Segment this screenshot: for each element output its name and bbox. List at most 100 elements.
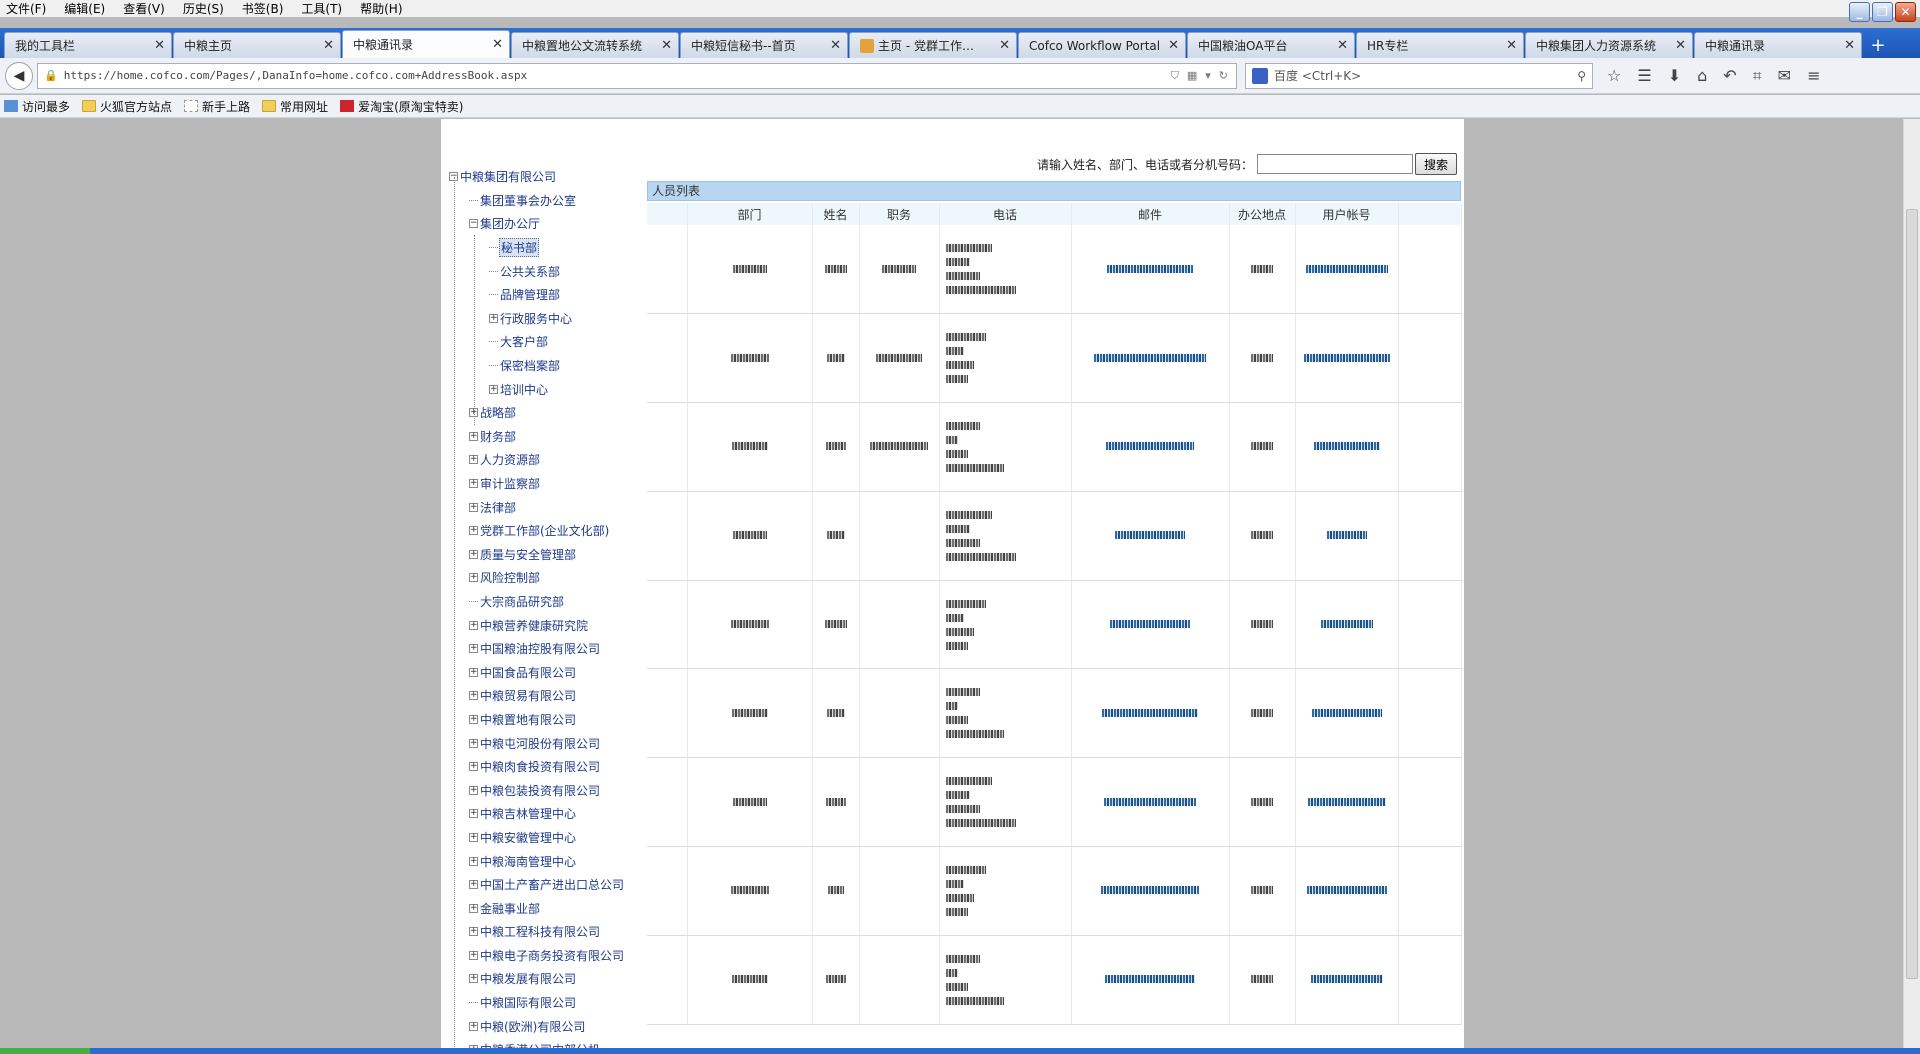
tree-node-label[interactable]: 战略部 <box>479 404 517 421</box>
tree-node[interactable]: + 人力资源部 <box>441 448 641 472</box>
tree-node-label[interactable]: 保密档案部 <box>499 357 561 374</box>
bookmark-star-icon[interactable]: ☆ <box>1607 66 1621 86</box>
tree-node[interactable]: + 中国粮油控股有限公司 <box>441 637 641 661</box>
table-cell[interactable] <box>1295 668 1399 759</box>
tree-node-label[interactable]: 中国粮油控股有限公司 <box>479 640 601 657</box>
tree-node[interactable]: + 法律部 <box>441 495 641 519</box>
menu-item[interactable]: 历史(S) <box>183 0 224 17</box>
tab-close-icon[interactable]: ✕ <box>1675 38 1686 53</box>
dropdown-icon[interactable]: ▾ <box>1205 69 1211 83</box>
expand-icon[interactable]: + <box>469 502 478 512</box>
tree-node[interactable]: + 中粮屯河股份有限公司 <box>441 731 641 755</box>
tab-close-icon[interactable]: ✕ <box>1844 38 1855 53</box>
browser-tab[interactable]: 中粮主页 ✕ <box>173 32 341 58</box>
table-cell[interactable] <box>1071 402 1230 492</box>
tree-node-label[interactable]: 集团董事会办公室 <box>479 192 577 209</box>
table-cell[interactable] <box>1071 757 1230 848</box>
tree-node-label[interactable]: 中粮电子商务投资有限公司 <box>479 947 625 964</box>
tree-node-label[interactable]: 品牌管理部 <box>499 286 561 303</box>
tree-node-label[interactable]: 法律部 <box>479 499 517 516</box>
expand-icon[interactable]: + <box>469 762 478 772</box>
table-row[interactable] <box>647 225 1462 315</box>
tree-node-label[interactable]: 中国食品有限公司 <box>479 664 577 681</box>
tree-node-label[interactable]: 行政服务中心 <box>499 310 573 327</box>
tree-node[interactable]: 大客户部 <box>441 330 641 354</box>
tree-node[interactable]: + 中粮海南管理中心 <box>441 849 641 873</box>
table-cell[interactable] <box>1071 225 1230 315</box>
bookmark-item[interactable]: 爱淘宝(原淘宝特卖) <box>340 98 463 115</box>
page-scrollbar[interactable] <box>1903 119 1920 1054</box>
tree-node-label[interactable]: 财务部 <box>479 428 517 445</box>
bookmark-item[interactable]: 新手上路 <box>184 98 250 115</box>
tree-node-label[interactable]: 风险控制部 <box>479 569 541 586</box>
table-cell[interactable] <box>1071 580 1230 670</box>
new-tab-icon[interactable]: + <box>1863 32 1893 58</box>
tree-node-label[interactable]: 培训中心 <box>499 381 549 398</box>
table-cell[interactable] <box>1295 935 1399 1025</box>
tree-node[interactable]: + 财务部 <box>441 425 641 449</box>
browser-tab[interactable]: 中粮置地公文流转系统 ✕ <box>511 32 679 58</box>
tree-node[interactable]: 品牌管理部 <box>441 283 641 307</box>
expand-icon[interactable]: + <box>469 856 478 866</box>
bookmark-item[interactable]: 火狐官方站点 <box>82 98 172 115</box>
magnifier-icon[interactable]: ⚲ <box>1577 69 1586 83</box>
table-row[interactable] <box>647 313 1462 404</box>
bookmarks-list-icon[interactable]: ☰ <box>1637 66 1651 86</box>
tab-close-icon[interactable]: ✕ <box>1337 38 1348 53</box>
table-row[interactable] <box>647 668 1462 759</box>
tree-node-label[interactable]: 中粮吉林管理中心 <box>479 805 577 822</box>
tree-node[interactable]: 秘书部 <box>441 236 641 260</box>
tree-node-label[interactable]: 中国土产畜产进出口总公司 <box>479 876 625 893</box>
scrollbar-thumb[interactable] <box>1906 209 1918 979</box>
expand-icon[interactable]: + <box>469 1021 478 1031</box>
table-cell[interactable] <box>1071 313 1230 404</box>
tree-node[interactable]: 大宗商品研究部 <box>441 590 641 614</box>
expand-icon[interactable]: + <box>469 691 478 701</box>
browser-tab[interactable]: 主页 - 党群工作… ✕ <box>849 32 1017 58</box>
tree-node[interactable]: + 中粮安徽管理中心 <box>441 826 641 850</box>
browser-tab[interactable]: HR专栏 ✕ <box>1356 32 1524 58</box>
tab-close-icon[interactable]: ✕ <box>661 38 672 53</box>
menu-item[interactable]: 文件(F) <box>6 0 46 17</box>
tree-node-label[interactable]: 中粮集团有限公司 <box>459 168 557 185</box>
tree-node[interactable]: − 集团办公厅 <box>441 212 641 236</box>
tree-node[interactable]: + 中粮贸易有限公司 <box>441 684 641 708</box>
tree-node[interactable]: + 中粮营养健康研究院 <box>441 613 641 637</box>
expand-icon[interactable]: + <box>489 384 498 394</box>
expand-icon[interactable]: + <box>469 667 478 677</box>
tree-node-label[interactable]: 中粮肉食投资有限公司 <box>479 758 601 775</box>
tree-node-label[interactable]: 中粮安徽管理中心 <box>479 829 577 846</box>
browser-tab[interactable]: 中粮通讯录 ✕ <box>342 30 510 58</box>
table-cell[interactable] <box>1295 580 1399 670</box>
expand-icon[interactable]: + <box>469 620 478 630</box>
browser-tab[interactable]: 中粮集团人力资源系统 ✕ <box>1525 32 1693 58</box>
tree-node-label[interactable]: 中粮置地有限公司 <box>479 711 577 728</box>
tree-node-label[interactable]: 大宗商品研究部 <box>479 593 565 610</box>
expand-icon[interactable]: + <box>469 785 478 795</box>
expand-icon[interactable]: + <box>489 313 498 323</box>
qr-icon[interactable]: ▦ <box>1187 69 1197 83</box>
main-menu-icon[interactable]: ≡ <box>1807 66 1820 86</box>
tree-node[interactable]: + 中粮工程科技有限公司 <box>441 920 641 944</box>
tree-node-label[interactable]: 金融事业部 <box>479 900 541 917</box>
menu-item[interactable]: 帮助(H) <box>360 0 402 17</box>
table-cell[interactable] <box>1071 846 1230 936</box>
tree-node-label[interactable]: 公共关系部 <box>499 263 561 280</box>
expand-icon[interactable]: + <box>469 431 478 441</box>
tree-node-label[interactable]: 人力资源部 <box>479 451 541 468</box>
home-icon[interactable]: ⌂ <box>1697 66 1707 86</box>
expand-icon[interactable]: + <box>469 927 478 937</box>
expand-icon[interactable]: + <box>469 880 478 890</box>
tree-node-label[interactable]: 集团办公厅 <box>479 215 541 232</box>
tree-node-label[interactable]: 质量与安全管理部 <box>479 546 577 563</box>
tree-node-label[interactable]: 中粮海南管理中心 <box>479 853 577 870</box>
table-cell[interactable] <box>1295 846 1399 936</box>
tree-node-label[interactable]: 中粮国际有限公司 <box>479 994 577 1011</box>
tree-node-label[interactable]: 中粮(欧洲)有限公司 <box>479 1018 586 1035</box>
expand-icon[interactable]: + <box>469 903 478 913</box>
browser-tab[interactable]: 我的工具栏 ✕ <box>4 32 172 58</box>
tree-node[interactable]: + 培训中心 <box>441 377 641 401</box>
reload-icon[interactable]: ↻ <box>1219 69 1228 83</box>
expand-icon[interactable]: + <box>469 950 478 960</box>
table-cell[interactable] <box>1295 225 1399 315</box>
